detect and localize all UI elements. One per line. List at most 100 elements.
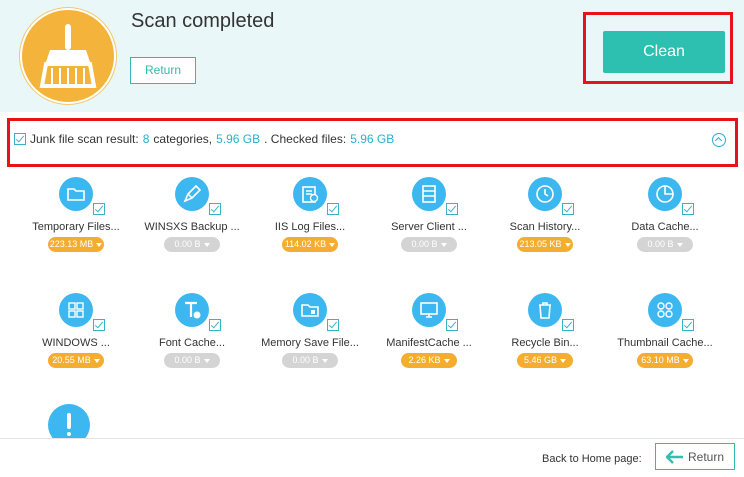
dropdown-arrow-icon	[676, 242, 683, 247]
brush-icon	[175, 177, 209, 211]
item-checkbox[interactable]	[446, 319, 458, 331]
item-label: WINSXS Backup ...	[144, 221, 240, 233]
broom-icon	[20, 8, 116, 104]
item-checkbox[interactable]	[446, 203, 458, 215]
log-file-icon	[293, 177, 327, 211]
item-label: Font Cache...	[158, 337, 226, 349]
category-item-data-cache[interactable]: Data Cache... 0.00 B	[610, 177, 720, 277]
return-home-label: Return	[688, 450, 725, 464]
clock-icon	[528, 177, 562, 211]
back-home-text: Back to Home page:	[542, 453, 642, 465]
collapse-chevron-icon[interactable]	[712, 133, 726, 147]
size-dropdown[interactable]: 223.13 MB	[48, 237, 104, 252]
category-item-memory-save-file[interactable]: Memory Save File... 0.00 B	[255, 293, 365, 393]
dropdown-arrow-icon	[560, 358, 567, 363]
size-dropdown[interactable]: 114.02 KB	[282, 237, 338, 252]
category-item-manifest-cache[interactable]: ManifestCache ... 2.26 KB	[374, 293, 484, 393]
size-dropdown[interactable]: 0.00 B	[164, 237, 220, 252]
size-dropdown[interactable]: 5.46 GB	[517, 353, 573, 368]
item-checkbox[interactable]	[682, 319, 694, 331]
return-home-button[interactable]: Return	[655, 443, 735, 470]
size-dropdown[interactable]: 0.00 B	[637, 237, 693, 252]
size-dropdown[interactable]: 63.10 MB	[637, 353, 693, 368]
dropdown-arrow-icon	[440, 242, 447, 247]
dropdown-arrow-icon	[203, 358, 210, 363]
checked-size: 5.96 GB	[350, 132, 395, 146]
size-value: 20.55 MB	[52, 355, 91, 365]
size-value: 223.13 MB	[49, 239, 94, 249]
category-item-iis-log-files[interactable]: IIS Log Files... 114.02 KB	[255, 177, 365, 277]
font-icon	[175, 293, 209, 327]
total-size: 5.96 GB	[216, 132, 261, 146]
item-label: Temporary Files...	[32, 221, 120, 233]
scan-summary: Junk file scan result: 8 categories, 5.9…	[14, 132, 394, 146]
item-checkbox[interactable]	[327, 203, 339, 215]
windows-icon	[59, 293, 93, 327]
item-label: IIS Log Files...	[274, 221, 346, 233]
item-checkbox[interactable]	[209, 203, 221, 215]
dropdown-arrow-icon	[321, 358, 328, 363]
checked-label: . Checked files:	[264, 132, 347, 146]
dropdown-arrow-icon	[93, 358, 100, 363]
size-value: 213.05 KB	[519, 239, 562, 249]
category-item-winsxs-backup[interactable]: WINSXS Backup ... 0.00 B	[137, 177, 247, 277]
item-checkbox[interactable]	[209, 319, 221, 331]
item-label: ManifestCache ...	[386, 337, 472, 349]
category-item-scan-history[interactable]: Scan History... 213.05 KB	[490, 177, 600, 277]
item-label: Recycle Bin...	[511, 337, 579, 349]
item-label: Thumbnail Cache...	[617, 337, 713, 349]
item-label: Scan History...	[509, 221, 581, 233]
item-checkbox[interactable]	[327, 319, 339, 331]
item-checkbox[interactable]	[562, 203, 574, 215]
category-item-thumbnail-cache[interactable]: Thumbnail Cache... 63.10 MB	[610, 293, 720, 393]
item-label: Server Client ...	[391, 221, 467, 233]
item-checkbox[interactable]	[682, 203, 694, 215]
category-item-temporary-files[interactable]: Temporary Files... 223.13 MB	[21, 177, 131, 277]
dropdown-arrow-icon	[682, 358, 689, 363]
category-item-recycle-bin[interactable]: Recycle Bin... 5.46 GB	[490, 293, 600, 393]
warning-dot	[67, 432, 71, 436]
server-icon	[412, 177, 446, 211]
pie-chart-icon	[648, 177, 682, 211]
memory-icon	[293, 293, 327, 327]
categories-count: 8	[142, 132, 150, 146]
size-dropdown[interactable]: 20.55 MB	[48, 353, 104, 368]
thumbnail-grid-icon	[648, 293, 682, 327]
item-label: WINDOWS ...	[42, 337, 110, 349]
recycle-bin-icon	[528, 293, 562, 327]
item-checkbox[interactable]	[562, 319, 574, 331]
size-dropdown[interactable]: 2.26 KB	[401, 353, 457, 368]
item-label: Memory Save File...	[261, 337, 359, 349]
item-checkbox[interactable]	[93, 203, 105, 215]
footer-bar: Back to Home page: Return	[0, 438, 744, 477]
item-label: Data Cache...	[631, 221, 699, 233]
category-item-server-client[interactable]: Server Client ... 0.00 B	[374, 177, 484, 277]
size-value: 0.00 B	[411, 239, 438, 249]
size-value: 63.10 MB	[641, 355, 680, 365]
folder-icon	[59, 177, 93, 211]
monitor-icon	[412, 293, 446, 327]
category-item-font-cache[interactable]: Font Cache... 0.00 B	[137, 293, 247, 393]
categories-word: categories,	[153, 132, 213, 146]
item-checkbox[interactable]	[93, 319, 105, 331]
dropdown-arrow-icon	[443, 358, 450, 363]
dropdown-arrow-icon	[564, 242, 571, 247]
size-value: 114.02 KB	[284, 239, 327, 249]
select-all-checkbox[interactable]	[14, 133, 26, 145]
page-title: Scan completed	[131, 10, 275, 32]
clean-highlight-box	[583, 12, 733, 84]
size-dropdown[interactable]: 0.00 B	[282, 353, 338, 368]
category-item-windows[interactable]: WINDOWS ... 20.55 MB	[21, 293, 131, 393]
back-arrow-icon	[666, 450, 683, 464]
return-button[interactable]: Return	[130, 57, 196, 84]
size-dropdown[interactable]: 0.00 B	[164, 353, 220, 368]
size-value: 0.00 B	[174, 355, 201, 365]
size-value: 5.46 GB	[523, 355, 558, 365]
dropdown-arrow-icon	[96, 242, 103, 247]
size-dropdown[interactable]: 213.05 KB	[517, 237, 573, 252]
size-value: 0.00 B	[174, 239, 201, 249]
warning-bar	[67, 413, 71, 429]
size-dropdown[interactable]: 0.00 B	[401, 237, 457, 252]
size-value: 2.26 KB	[408, 355, 441, 365]
size-value: 0.00 B	[647, 239, 674, 249]
